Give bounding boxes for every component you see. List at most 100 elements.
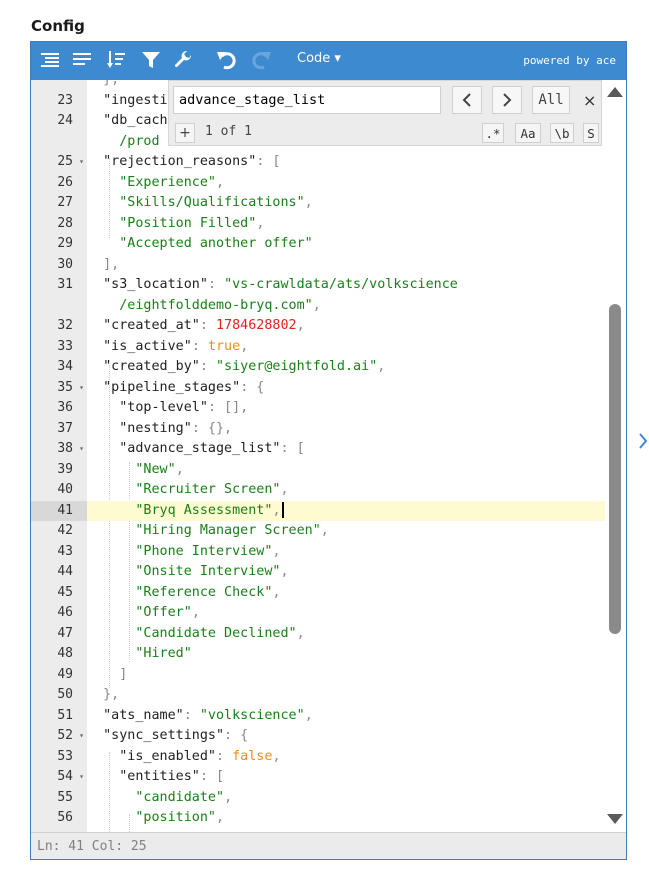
search-input[interactable] (173, 86, 441, 114)
line-number: 25 ▾ (31, 152, 87, 172)
code-line[interactable]: ], (87, 255, 605, 275)
code-line[interactable]: "Offer", (87, 603, 605, 623)
line-number: 28 (57, 215, 73, 231)
compact-icon[interactable] (71, 48, 95, 72)
line-number: 47 (57, 625, 73, 641)
line-number: 31 (57, 277, 73, 292)
search-count: 1 of 1 (205, 124, 252, 139)
line-number (31, 296, 87, 316)
line-number: 51 (57, 707, 73, 723)
code-line[interactable]: "Phone Interview", (87, 542, 605, 562)
code-line[interactable]: "pipeline_stages": { (87, 378, 605, 398)
redo-icon[interactable] (249, 48, 273, 72)
line-number: 29 (57, 236, 73, 251)
line-number: 24 (57, 113, 73, 128)
line-number (31, 70, 87, 90)
line-number: 43 (57, 543, 73, 559)
code-line[interactable]: "position", (87, 808, 605, 828)
scroll-down-icon[interactable] (607, 814, 623, 824)
code-line[interactable]: "Skills/Qualifications", (87, 193, 605, 213)
code-line[interactable]: "is_enabled": false, (87, 747, 605, 767)
line-number: 54 ▾ (31, 767, 87, 787)
code-line[interactable]: "Candidate Declined", (87, 624, 605, 644)
find-next-button[interactable] (492, 86, 522, 114)
json-editor: Code ▾ powered by ace 23 24 25 ▾ 26 27 28 29 30 3… (30, 41, 627, 860)
line-number: 33 (57, 338, 73, 354)
line-gutter: 23 24 25 ▾ 26 27 28 29 30 31 32 33 34 35 ▾ 36 37 38 ▾ 39 40 4… (31, 80, 87, 846)
regex-option[interactable]: .* (482, 123, 504, 143)
line-number: 56 (57, 810, 73, 825)
line-number: 52 ▾ (31, 726, 87, 746)
code-line[interactable]: "entities": [ (87, 767, 605, 787)
code-line[interactable]: "Hired" (87, 644, 605, 664)
search-in-selection-option[interactable]: S (583, 123, 599, 143)
code-line[interactable]: "advance_stage_list": [ (87, 439, 605, 459)
format-icon[interactable] (39, 48, 63, 72)
close-search-icon[interactable]: × (583, 91, 596, 110)
line-number: 36 (57, 400, 73, 415)
code-line[interactable]: "created_by": "siyer@eightfold.ai", (87, 357, 605, 377)
line-number: 30 (57, 256, 73, 272)
line-number: 53 (57, 748, 73, 764)
mode-dropdown[interactable]: Code ▾ (297, 51, 341, 66)
line-number: 50 (57, 687, 73, 702)
fold-toggle-icon[interactable]: ▾ (79, 378, 84, 398)
line-number: 48 (57, 646, 73, 661)
cursor-position: Ln: 41 Col: 25 (37, 839, 147, 854)
line-number: 35 ▾ (31, 378, 87, 398)
code-line[interactable]: "Reference Check", (87, 583, 605, 603)
code-line[interactable]: "Hiring Manager Screen", (87, 521, 605, 541)
scroll-up-icon[interactable] (607, 87, 623, 97)
code-line[interactable]: "top-level": [], (87, 398, 605, 418)
line-number: 37 (57, 420, 73, 436)
line-number: 27 (57, 195, 73, 210)
status-bar: Ln: 41 Col: 25 (31, 832, 626, 859)
fold-toggle-icon[interactable]: ▾ (79, 726, 84, 746)
case-sensitive-option[interactable]: Aa (515, 123, 541, 143)
editor-toolbar: Code ▾ powered by ace (31, 42, 626, 80)
code-line[interactable]: "Accepted another offer" (87, 234, 605, 254)
sort-icon[interactable] (105, 48, 129, 72)
line-number: 45 (57, 584, 73, 600)
find-previous-button[interactable] (452, 86, 482, 114)
line-number: 41 (31, 500, 87, 521)
code-line[interactable]: "nesting": {}, (87, 419, 605, 439)
line-number: 49 (57, 666, 73, 682)
powered-by-label: powered by ace (523, 54, 616, 67)
line-number: 34 (57, 359, 73, 374)
code-line[interactable]: "candidate", (87, 788, 605, 808)
code-line[interactable]: "created_at": 1784628802, (87, 316, 605, 336)
code-line[interactable]: "Experience", (87, 173, 605, 193)
line-number: 26 (57, 174, 73, 190)
expand-panel-icon[interactable] (638, 432, 648, 454)
filter-icon[interactable] (139, 48, 163, 72)
code-line[interactable]: "Recruiter Screen", (87, 480, 605, 500)
line-number: 42 (57, 523, 73, 538)
code-line[interactable]: "rejection_reasons": [ (87, 152, 605, 172)
whole-word-option[interactable]: \b (550, 123, 574, 143)
code-line[interactable]: "Onsite Interview", (87, 562, 605, 582)
replace-toggle-button[interactable]: + (175, 123, 195, 143)
fold-toggle-icon[interactable]: ▾ (79, 767, 84, 787)
code-area[interactable]: }, "ingestion_source": "db_cache": /prod… (87, 80, 605, 832)
undo-icon[interactable] (215, 48, 239, 72)
fold-toggle-icon[interactable]: ▾ (79, 439, 84, 459)
code-line[interactable]: "s3_location": "vs-crawldata/ats/volksci… (87, 275, 605, 295)
code-line[interactable]: "sync_settings": { (87, 726, 605, 746)
line-number: 38 ▾ (31, 439, 87, 459)
code-line[interactable]: "ats_name": "volkscience", (87, 706, 605, 726)
code-line[interactable]: }, (87, 685, 605, 705)
code-line[interactable]: "Bryq Assessment", (87, 500, 605, 521)
line-number: 39 (57, 461, 73, 477)
code-line[interactable]: /eightfolddemo-bryq.com", (87, 296, 605, 316)
code-line[interactable]: "is_active": true, (87, 337, 605, 357)
code-line[interactable]: ] (87, 665, 605, 685)
line-number: 23 (57, 92, 73, 108)
find-all-button[interactable]: All (532, 86, 570, 114)
repair-icon[interactable] (171, 48, 195, 72)
fold-toggle-icon[interactable]: ▾ (79, 152, 84, 172)
scrollbar-thumb[interactable] (609, 304, 621, 634)
code-line[interactable]: "New", (87, 460, 605, 480)
code-line[interactable]: "Position Filled", (87, 214, 605, 234)
line-number: 44 (57, 564, 73, 579)
